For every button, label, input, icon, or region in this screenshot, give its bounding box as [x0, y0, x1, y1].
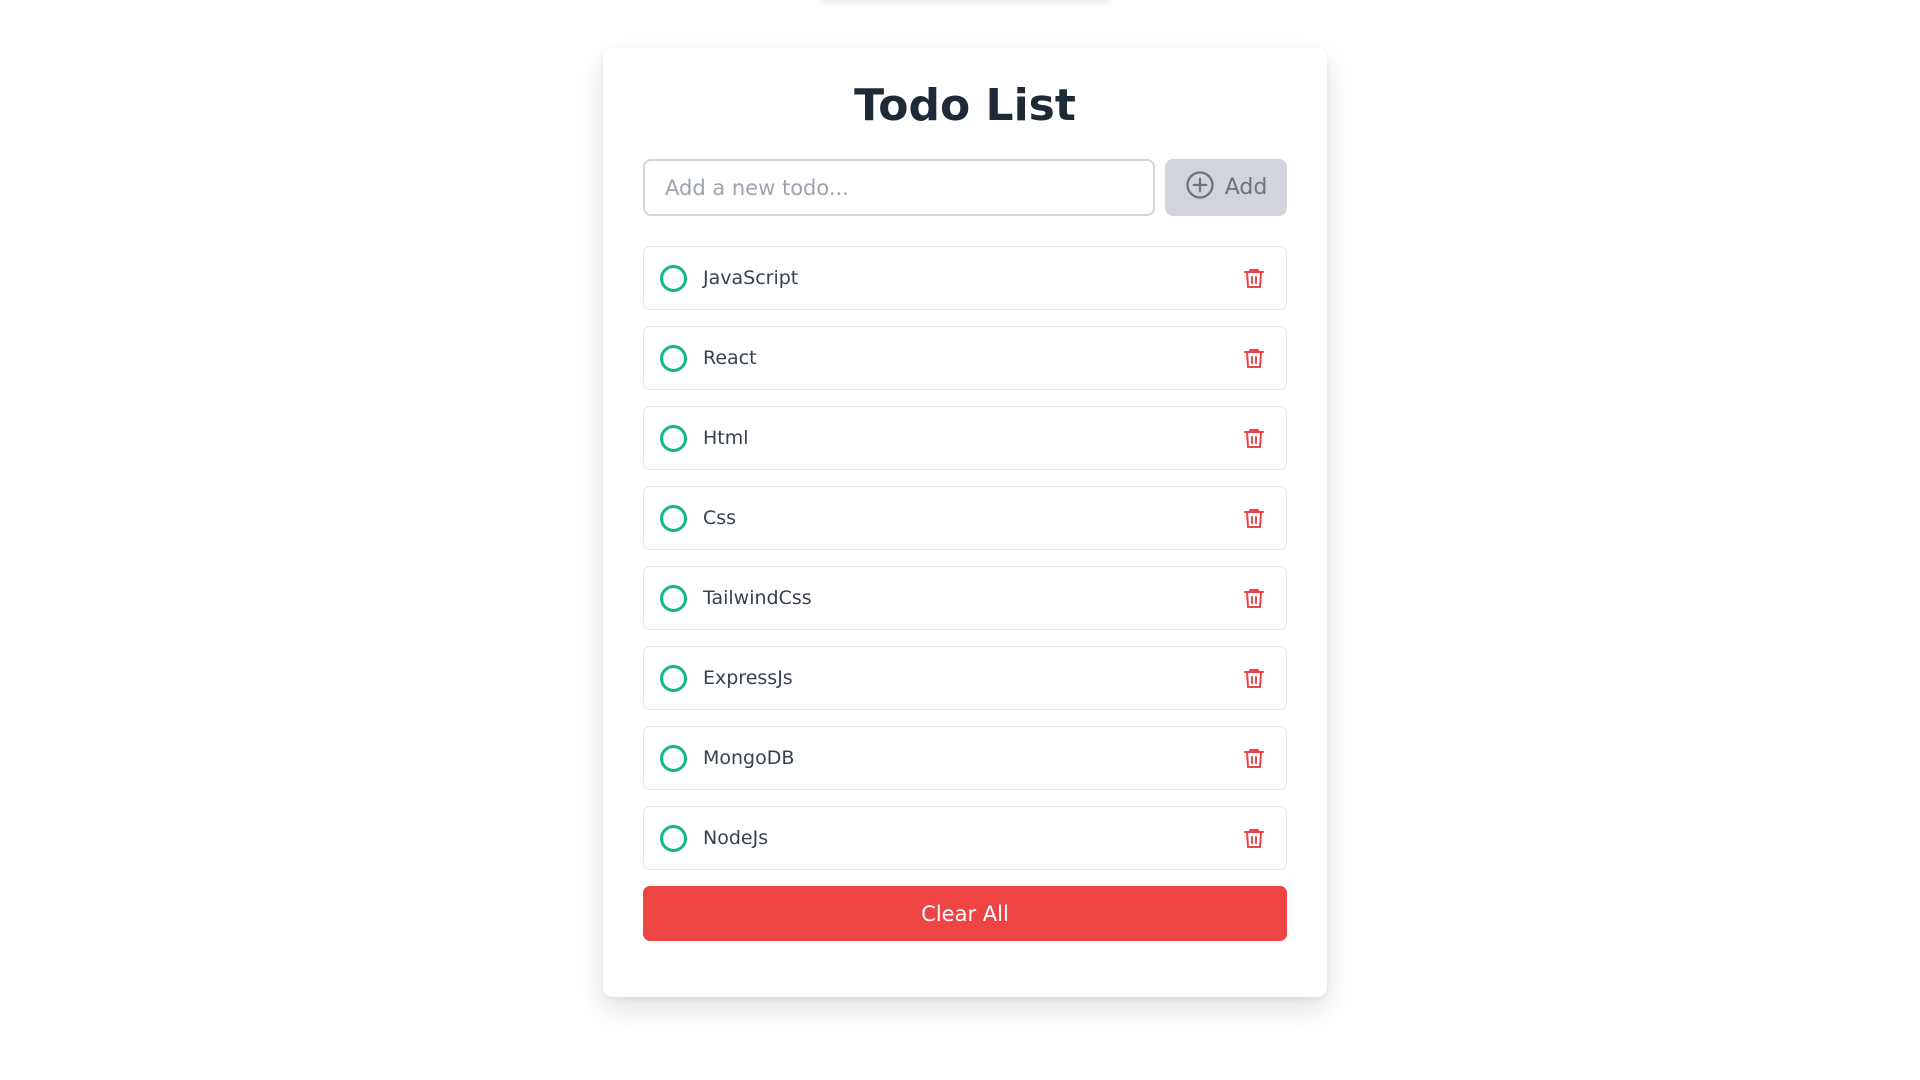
trash-icon[interactable]	[1238, 502, 1270, 534]
todo-item: JavaScript	[643, 246, 1287, 310]
circle-check-icon[interactable]	[660, 424, 687, 452]
todo-item: Css	[643, 486, 1287, 550]
trash-icon[interactable]	[1238, 822, 1270, 854]
todo-text: JavaScript	[703, 267, 799, 289]
circle-check-icon[interactable]	[660, 344, 687, 372]
trash-icon[interactable]	[1238, 582, 1270, 614]
todo-item: TailwindCss	[643, 566, 1287, 630]
add-button-label: Add	[1224, 175, 1268, 200]
add-button[interactable]: Add	[1165, 159, 1287, 216]
circle-check-icon[interactable]	[660, 264, 687, 292]
new-todo-input[interactable]	[643, 159, 1155, 216]
todo-text: MongoDB	[703, 747, 795, 769]
trash-icon[interactable]	[1238, 262, 1270, 294]
clear-all-button[interactable]: Clear All	[643, 886, 1287, 941]
plus-circle-icon	[1185, 170, 1215, 206]
trash-icon[interactable]	[1238, 342, 1270, 374]
todo-item: React	[643, 326, 1287, 390]
todo-text: Html	[703, 427, 749, 449]
todo-text: NodeJs	[703, 827, 769, 849]
trash-icon[interactable]	[1238, 422, 1270, 454]
todo-text: Css	[703, 507, 737, 529]
todo-item: ExpressJs	[643, 646, 1287, 710]
page-title: Todo List	[854, 80, 1076, 131]
todo-item: MongoDB	[643, 726, 1287, 790]
todo-card: Todo List Add JavaScript	[603, 48, 1327, 997]
trash-icon[interactable]	[1238, 662, 1270, 694]
todo-list: JavaScript React Html Css TailwindCss Ex…	[643, 246, 1287, 870]
add-todo-form: Add	[643, 159, 1287, 216]
todo-text: TailwindCss	[703, 587, 812, 609]
circle-check-icon[interactable]	[660, 664, 687, 692]
todo-text: ExpressJs	[703, 667, 793, 689]
circle-check-icon[interactable]	[660, 744, 687, 772]
circle-check-icon[interactable]	[660, 824, 687, 852]
todo-item: Html	[643, 406, 1287, 470]
trash-icon[interactable]	[1238, 742, 1270, 774]
circle-check-icon[interactable]	[660, 504, 687, 532]
circle-check-icon[interactable]	[660, 584, 687, 612]
todo-item: NodeJs	[643, 806, 1287, 870]
todo-text: React	[703, 347, 757, 369]
